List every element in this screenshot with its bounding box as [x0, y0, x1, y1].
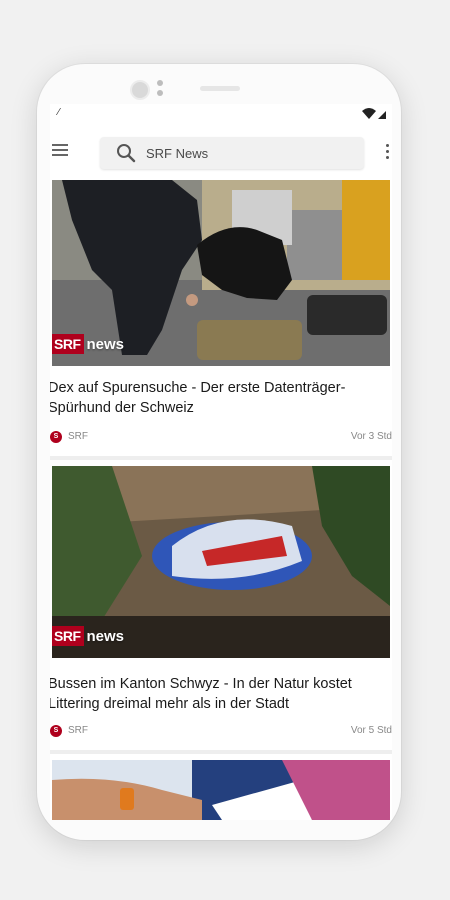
status-bar: ⁄ [50, 104, 392, 128]
search-input[interactable]: SRF News [146, 146, 208, 161]
card-divider [50, 456, 392, 460]
badge-brand: SRF [52, 334, 84, 354]
badge-label: news [86, 627, 125, 645]
more-options-button[interactable] [386, 144, 390, 160]
signal-icon [378, 111, 386, 119]
srf-news-badge: SRF news [52, 334, 124, 354]
card-divider [50, 750, 392, 754]
app-screen: ⁄ SRF News SRF news Dex auf Spurensuche … [50, 104, 392, 820]
more-vert-icon [386, 144, 390, 159]
article-headline[interactable]: Dex auf Spurensuche - Der erste Datenträ… [50, 378, 388, 418]
article-card[interactable]: SRF news Bussen im Kanton Schwyz - In de… [50, 466, 392, 748]
article-card[interactable] [50, 760, 392, 820]
app-bar: SRF News [50, 134, 392, 174]
article-source: SRF [68, 725, 88, 736]
wifi-icon [362, 108, 376, 119]
article-image[interactable]: SRF news [52, 180, 390, 366]
article-time: Vor 3 Std [350, 431, 392, 442]
front-camera [130, 80, 150, 100]
srf-logo-icon: S [50, 431, 62, 443]
article-card[interactable]: SRF news Dex auf Spurensuche - Der erste… [50, 180, 392, 454]
article-photo [52, 760, 390, 820]
article-headline[interactable]: Bussen im Kanton Schwyz - In der Natur k… [50, 674, 388, 714]
article-time: Vor 5 Std [350, 725, 392, 736]
badge-label: news [86, 335, 125, 353]
status-left-glyph: ⁄ [58, 107, 60, 118]
search-bar[interactable]: SRF News [100, 137, 364, 169]
article-source: SRF [68, 431, 88, 442]
menu-icon [52, 144, 68, 156]
srf-logo-icon: S [50, 725, 62, 737]
srf-news-badge: SRF news [52, 626, 124, 646]
search-icon [117, 144, 136, 163]
earpiece-speaker [200, 86, 240, 91]
article-image[interactable] [52, 760, 390, 820]
badge-brand: SRF [52, 626, 84, 646]
article-meta: S SRF Vor 3 Std [50, 430, 392, 446]
status-icons [362, 108, 386, 119]
article-image[interactable]: SRF news [52, 466, 390, 658]
sensor-dots [157, 80, 163, 98]
article-meta: S SRF Vor 5 Std [50, 724, 392, 740]
menu-button[interactable] [52, 144, 68, 158]
